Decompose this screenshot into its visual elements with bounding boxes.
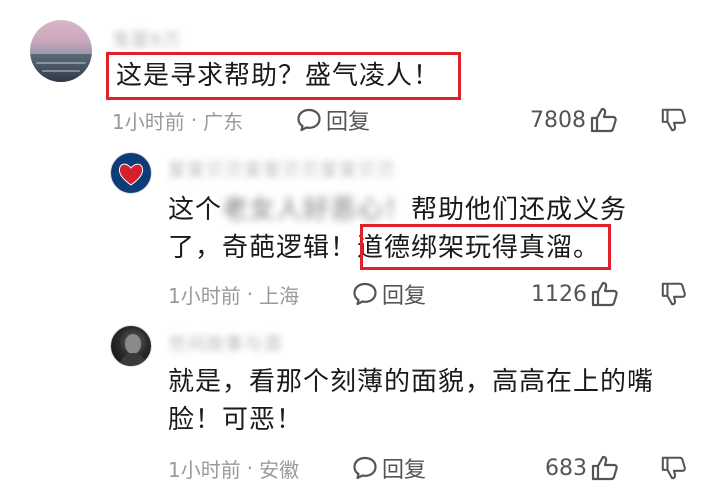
like-count: 683 (545, 455, 587, 481)
username[interactable]: 世间故事与酒 (168, 330, 282, 355)
highlight-box (106, 52, 461, 100)
reply-button[interactable]: 回复 (296, 104, 370, 136)
comment-text-line: 脸！可恶！ (168, 405, 304, 435)
reply-label: 回复 (382, 458, 427, 483)
avatar[interactable] (110, 325, 152, 367)
portrait-avatar-image (119, 334, 147, 366)
comment-meta: 1小时前 · 安徽 (168, 452, 299, 484)
thumbs-down-icon[interactable] (660, 106, 688, 134)
reply-label: 回复 (382, 284, 427, 309)
wave-line (36, 62, 86, 64)
comment-meta: 1小时前 · 上海 (168, 278, 299, 310)
reply-button[interactable]: 回复 (352, 278, 426, 310)
comment-text-segment: 帮助他们还成义务 (411, 195, 628, 225)
avatar[interactable] (30, 20, 92, 82)
reply-label: 回复 (326, 110, 371, 135)
thumbs-down-icon[interactable] (660, 454, 688, 482)
comment-meta: 1小时前 · 广东 (112, 104, 243, 136)
avatar-image (30, 54, 92, 82)
meta-separator: · (190, 108, 198, 132)
meta-separator: · (246, 456, 254, 480)
like-count: 1126 (531, 281, 587, 307)
wave-line (42, 70, 80, 72)
comment-time: 1小时前 (112, 109, 185, 134)
comment-bubble-icon (353, 282, 377, 306)
comment-location: 安徽 (259, 457, 300, 482)
like-count: 7808 (530, 107, 586, 133)
comment-location: 广东 (203, 109, 244, 134)
meta-separator: · (246, 282, 254, 306)
highlight-box (360, 224, 611, 270)
comment-text-segment: 了，奇葩逻辑！ (168, 233, 358, 263)
comment-time: 1小时前 (168, 457, 241, 482)
comment-bubble-icon (297, 108, 321, 132)
comment-location: 上海 (259, 283, 300, 308)
heart-avatar-image (118, 163, 144, 186)
like-button[interactable]: 7808 (530, 104, 619, 136)
thumbs-up-icon (591, 281, 618, 307)
comment-time: 1小时前 (168, 283, 241, 308)
like-button[interactable]: 1126 (531, 278, 620, 310)
username[interactable]: 爱爱贝贝爱爱贝贝爱爱贝贝 (168, 156, 396, 181)
comment-text-line: 就是，看那个刻薄的面貌，高高在上的嘴 (168, 367, 655, 397)
username[interactable]: 鬼雷8万 (112, 26, 181, 51)
comment-text-segment: 这个 (168, 195, 223, 225)
thumbs-up-icon (590, 107, 617, 133)
reply-button[interactable]: 回复 (352, 452, 426, 484)
comment-bubble-icon (353, 456, 377, 480)
thumbs-up-icon (591, 455, 618, 481)
blurred-text: 老女人好恶心！ (222, 195, 412, 225)
avatar[interactable] (110, 152, 152, 194)
thumbs-down-icon[interactable] (660, 280, 688, 308)
like-button[interactable]: 683 (545, 452, 620, 484)
